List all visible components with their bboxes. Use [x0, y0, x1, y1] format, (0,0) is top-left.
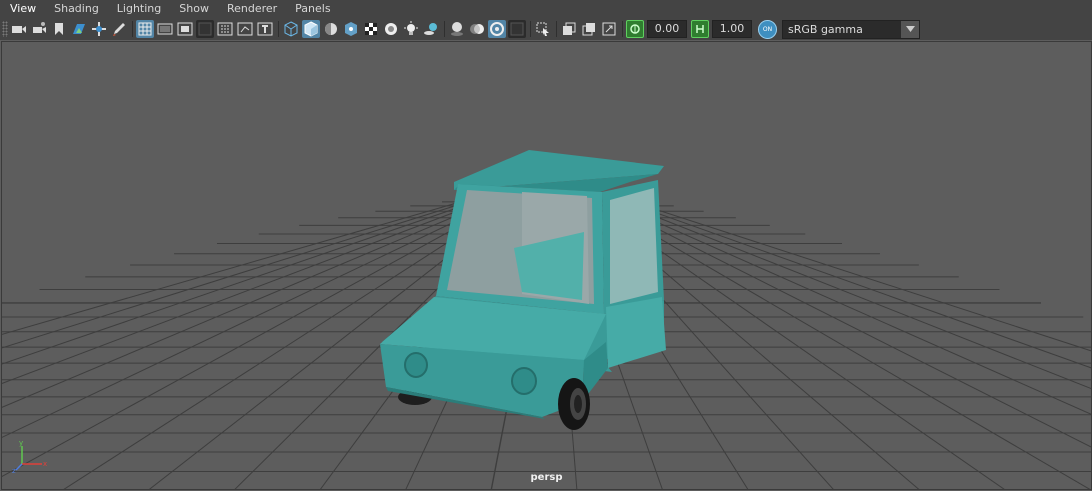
gamma-toggle[interactable]	[691, 20, 709, 38]
x-axis-label: x	[43, 460, 47, 468]
smooth-shade-icon[interactable]	[302, 20, 320, 38]
shadows-icon[interactable]	[422, 20, 440, 38]
chevron-down-icon	[901, 20, 919, 38]
isolate-select-icon[interactable]	[534, 20, 552, 38]
gate-mask-icon[interactable]	[196, 20, 214, 38]
menu-lighting[interactable]: Lighting	[107, 0, 169, 18]
xray-joints-icon[interactable]	[560, 20, 578, 38]
default-material-icon[interactable]	[322, 20, 340, 38]
backface-culling-icon[interactable]	[600, 20, 618, 38]
toolbar-drag-handle[interactable]	[2, 21, 8, 37]
resolution-gate-icon[interactable]	[176, 20, 194, 38]
image-plane-icon[interactable]	[70, 20, 88, 38]
z-axis-line	[15, 463, 23, 471]
grease-pencil-icon[interactable]	[110, 20, 128, 38]
grid-icon[interactable]	[136, 20, 154, 38]
toolbar-separator	[444, 21, 445, 37]
left-headlight	[404, 352, 428, 378]
panel-toolbar: 0.00 1.00 ON sRGB gamma	[0, 18, 1092, 40]
right-headlight	[511, 367, 537, 395]
hubcap	[574, 395, 582, 413]
gamma-field[interactable]: 1.00	[712, 20, 752, 38]
open-door	[606, 297, 666, 368]
menu-renderer[interactable]: Renderer	[217, 0, 285, 18]
axis-gizmo: y x z	[12, 440, 47, 474]
toolbar-separator	[556, 21, 557, 37]
xray-active-icon[interactable]	[580, 20, 598, 38]
safe-action-icon[interactable]	[236, 20, 254, 38]
y-axis-label: y	[19, 440, 23, 447]
menu-panels[interactable]: Panels	[285, 0, 338, 18]
menu-view[interactable]: View	[0, 0, 44, 18]
color-management-button[interactable]: ON	[758, 19, 777, 39]
perspective-viewport[interactable]: y x z persp	[1, 41, 1092, 490]
xray-icon[interactable]	[342, 20, 360, 38]
door-window	[610, 188, 658, 304]
bookmark-icon[interactable]	[50, 20, 68, 38]
field-chart-icon[interactable]	[216, 20, 234, 38]
film-gate-icon[interactable]	[156, 20, 174, 38]
view-transform-dropdown[interactable]: sRGB gamma	[782, 19, 920, 39]
exposure-field[interactable]: 0.00	[647, 20, 687, 38]
exposure-icon	[630, 24, 640, 34]
2d-pan-zoom-icon[interactable]	[90, 20, 108, 38]
menu-shading[interactable]: Shading	[44, 0, 107, 18]
grid-line	[593, 199, 1091, 489]
maya-viewport-panel: View Shading Lighting Show Renderer Pane…	[0, 0, 1092, 491]
depth-of-field-icon[interactable]	[508, 20, 526, 38]
wireframe-icon[interactable]	[282, 20, 300, 38]
camera-select-icon[interactable]	[10, 20, 28, 38]
motion-blur-icon[interactable]	[468, 20, 486, 38]
gamma-icon	[696, 25, 704, 33]
screen-space-ao-icon[interactable]	[448, 20, 466, 38]
viewport-scene	[2, 150, 1091, 489]
panel-menu-bar: View Shading Lighting Show Renderer Pane…	[0, 0, 1092, 18]
menu-show[interactable]: Show	[169, 0, 217, 18]
multisample-aa-icon[interactable]	[488, 20, 506, 38]
camera-name-label: persp	[530, 472, 563, 483]
toolbar-separator	[278, 21, 279, 37]
safe-title-icon[interactable]	[256, 20, 274, 38]
wireframe-on-shaded-icon[interactable]	[362, 20, 380, 38]
toolbar-separator	[530, 21, 531, 37]
exposure-toggle[interactable]	[626, 20, 644, 38]
toolbar-separator	[132, 21, 133, 37]
view-transform-value: sRGB gamma	[788, 22, 863, 36]
camera-attributes-icon[interactable]	[30, 20, 48, 38]
use-all-lights-icon[interactable]	[402, 20, 420, 38]
textured-icon[interactable]	[382, 20, 400, 38]
toolbar-separator	[622, 21, 623, 37]
